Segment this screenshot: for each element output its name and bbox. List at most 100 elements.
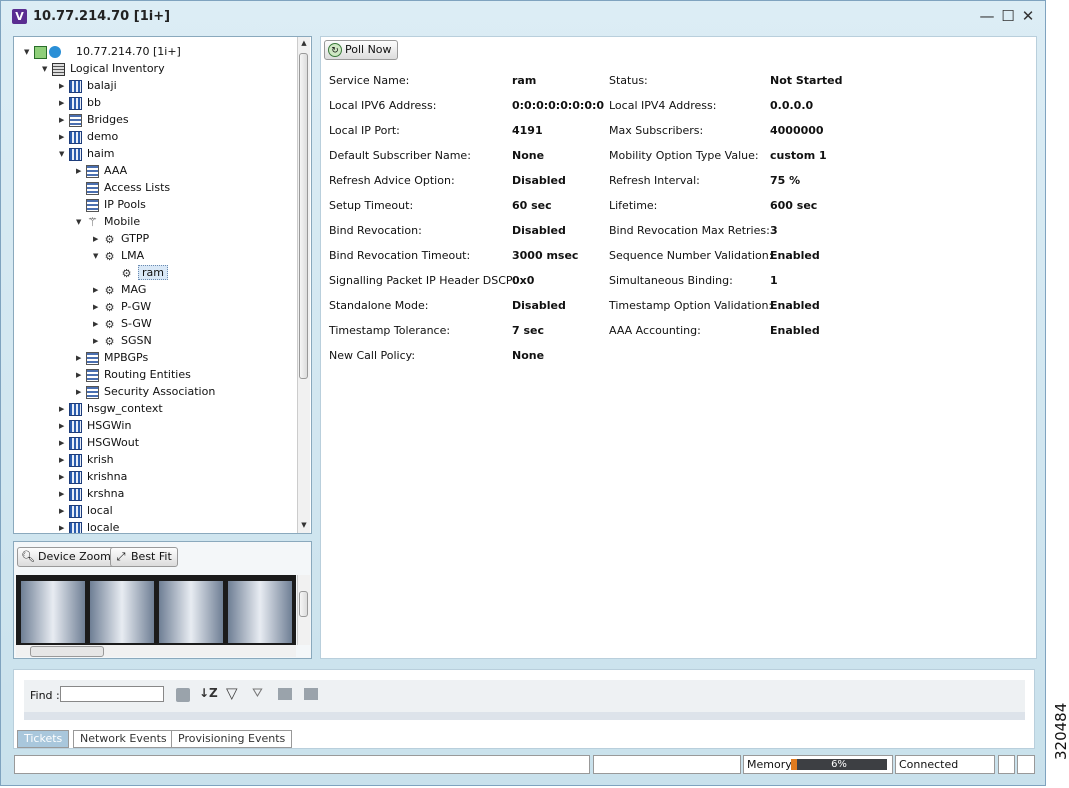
tree-item-hsgwin[interactable]: ▶ HSGWin xyxy=(59,417,131,434)
zoom-scroll-thumb[interactable] xyxy=(299,591,308,617)
expand-icon[interactable]: ▶ xyxy=(76,367,84,384)
tab-network-events[interactable]: Network Events xyxy=(73,730,174,748)
expand-icon[interactable]: ▶ xyxy=(59,78,67,95)
status-field xyxy=(1017,755,1035,774)
context-icon xyxy=(69,487,82,501)
expand-icon[interactable]: ▶ xyxy=(93,231,101,248)
expand-down-icon[interactable]: ▼ xyxy=(24,44,32,61)
tab-provisioning-events[interactable]: Provisioning Events xyxy=(171,730,293,748)
tree-item-logical-inventory[interactable]: ▼ Logical Inventory xyxy=(42,60,165,77)
expand-icon[interactable]: ▶ xyxy=(59,469,67,486)
info-icon xyxy=(49,46,61,58)
property-value: 3 xyxy=(770,224,778,237)
tree-item-mpbgps[interactable]: ▶ MPBGPs xyxy=(76,349,148,366)
tree-item-balaji[interactable]: ▶ balaji xyxy=(59,77,117,94)
tree-item-s-gw[interactable]: ▶ ⚙ S-GW xyxy=(93,315,152,332)
tree-scroll-thumb[interactable] xyxy=(299,53,308,379)
properties-panel: ↻ Poll Now Service Name: ram Local IPV6 Add… xyxy=(320,36,1037,659)
tree-scrollbar[interactable]: ▲ ▼ xyxy=(297,37,310,533)
expand-icon[interactable]: ▶ xyxy=(59,503,67,520)
collapse-icon[interactable]: ▼ xyxy=(59,146,67,163)
zoom-hscrollbar[interactable] xyxy=(16,645,296,657)
chassis-preview[interactable] xyxy=(16,575,296,645)
find-label: Find : xyxy=(30,689,60,702)
tree-item-hsgw-context[interactable]: ▶ hsgw_context xyxy=(59,400,163,417)
tree-item-mobile[interactable]: ▼ ⚚ Mobile xyxy=(76,213,140,230)
filter-icon[interactable]: ▽ xyxy=(226,684,238,702)
zoom-hscroll-thumb[interactable] xyxy=(30,646,104,657)
zoom-vscrollbar[interactable] xyxy=(297,575,310,645)
expand-icon[interactable]: ▶ xyxy=(59,486,67,503)
expand-icon[interactable]: ▶ xyxy=(76,350,84,367)
best-fit-button[interactable]: ⤢ Best Fit xyxy=(110,547,178,567)
poll-now-button[interactable]: ↻ Poll Now xyxy=(324,40,398,60)
property-label: Bind Revocation: xyxy=(329,224,422,237)
tab-tickets[interactable]: Tickets xyxy=(17,730,70,748)
expand-icon[interactable]: ▶ xyxy=(59,112,67,129)
memory-percent: 6% xyxy=(831,759,847,770)
tree-item-ip-pools[interactable]: IP Pools xyxy=(76,196,146,213)
tree-item-haim[interactable]: ▼ haim xyxy=(59,145,114,162)
tree-item-lma[interactable]: ▼ ⚙ LMA xyxy=(93,247,144,264)
close-button[interactable]: ✕ xyxy=(1020,8,1036,24)
tree-item-mag[interactable]: ▶ ⚙ MAG xyxy=(93,281,146,298)
tree-item-routing-entities[interactable]: ▶ Routing Entities xyxy=(76,366,191,383)
expand-icon[interactable]: ▶ xyxy=(93,299,101,316)
tree-item-access-lists[interactable]: Access Lists xyxy=(76,179,170,196)
expand-icon[interactable]: ▶ xyxy=(76,384,84,401)
tree-item-hsgwout[interactable]: ▶ HSGWout xyxy=(59,434,139,451)
tree-item-p-gw[interactable]: ▶ ⚙ P-GW xyxy=(93,298,151,315)
export-icon[interactable] xyxy=(278,688,292,700)
property-value: Enabled xyxy=(770,299,820,312)
property-label: Simultaneous Binding: xyxy=(609,274,733,287)
tree-item-gtpp[interactable]: ▶ ⚙ GTPP xyxy=(93,230,149,247)
tree-item-krishna[interactable]: ▶ krishna xyxy=(59,468,127,485)
property-label: Standalone Mode: xyxy=(329,299,429,312)
expand-icon[interactable]: ▶ xyxy=(59,520,67,534)
tree-item-sgsn[interactable]: ▶ ⚙ SGSN xyxy=(93,332,152,349)
copy-icon[interactable] xyxy=(176,688,190,702)
minimize-button[interactable]: — xyxy=(979,8,995,24)
scroll-down-icon[interactable]: ▼ xyxy=(298,521,310,529)
tree-item-krish[interactable]: ▶ krish xyxy=(59,451,114,468)
expand-icon[interactable]: ▶ xyxy=(59,95,67,112)
tree-item-ram[interactable]: ⚙ ram xyxy=(110,264,168,281)
title-bar[interactable]: V 10.77.214.70 [1i+] — ☐ ✕ xyxy=(1,1,1047,33)
collapse-icon[interactable]: ▼ xyxy=(93,248,101,265)
column-settings-icon[interactable] xyxy=(304,688,318,700)
expand-icon[interactable]: ▶ xyxy=(59,435,67,452)
advanced-filter-icon[interactable]: ⛛ xyxy=(252,686,263,701)
tree-item-bb[interactable]: ▶ bb xyxy=(59,94,101,111)
expand-icon[interactable]: ▶ xyxy=(93,316,101,333)
device-zoom-button[interactable]: 🔍︎ Device Zoom xyxy=(17,547,117,567)
events-table-header[interactable] xyxy=(24,712,1025,720)
tree-item-security-association[interactable]: ▶ Security Association xyxy=(76,383,215,400)
tree-item-aaa[interactable]: ▶ AAA xyxy=(76,162,127,179)
inventory-tree[interactable]: ▼ 10.77.214.70 [1i+] ▼ Logical Inventory ▶ b… xyxy=(13,36,312,534)
expand-icon[interactable]: ▶ xyxy=(76,163,84,180)
tree-root[interactable]: ▼ 10.77.214.70 [1i+] xyxy=(24,43,181,60)
tree-item-bridges[interactable]: ▶ Bridges xyxy=(59,111,129,128)
expand-icon[interactable]: ▶ xyxy=(59,401,67,418)
property-value: 1 xyxy=(770,274,778,287)
property-label: Status: xyxy=(609,74,648,87)
find-input[interactable] xyxy=(60,686,164,702)
scroll-up-icon[interactable]: ▲ xyxy=(298,39,310,47)
tree-item-local[interactable]: ▶ local xyxy=(59,502,113,519)
property-value: 0.0.0.0 xyxy=(770,99,814,112)
expand-icon[interactable]: ▶ xyxy=(59,452,67,469)
maximize-button[interactable]: ☐ xyxy=(1000,8,1016,24)
property-label: Default Subscriber Name: xyxy=(329,149,471,162)
expand-icon[interactable]: ▶ xyxy=(93,333,101,350)
tree-item-demo[interactable]: ▶ demo xyxy=(59,128,118,145)
app-icon: V xyxy=(12,9,27,24)
sort-icon[interactable]: ↓Z xyxy=(199,686,218,700)
tree-item-krshna[interactable]: ▶ krshna xyxy=(59,485,124,502)
expand-icon[interactable]: ▶ xyxy=(93,282,101,299)
expand-icon[interactable]: ▶ xyxy=(59,418,67,435)
collapse-icon[interactable]: ▼ xyxy=(42,61,50,78)
property-value: 75 % xyxy=(770,174,801,187)
expand-icon[interactable]: ▶ xyxy=(59,129,67,146)
collapse-icon[interactable]: ▼ xyxy=(76,214,84,231)
tree-item-locale[interactable]: ▶ locale xyxy=(59,519,119,534)
